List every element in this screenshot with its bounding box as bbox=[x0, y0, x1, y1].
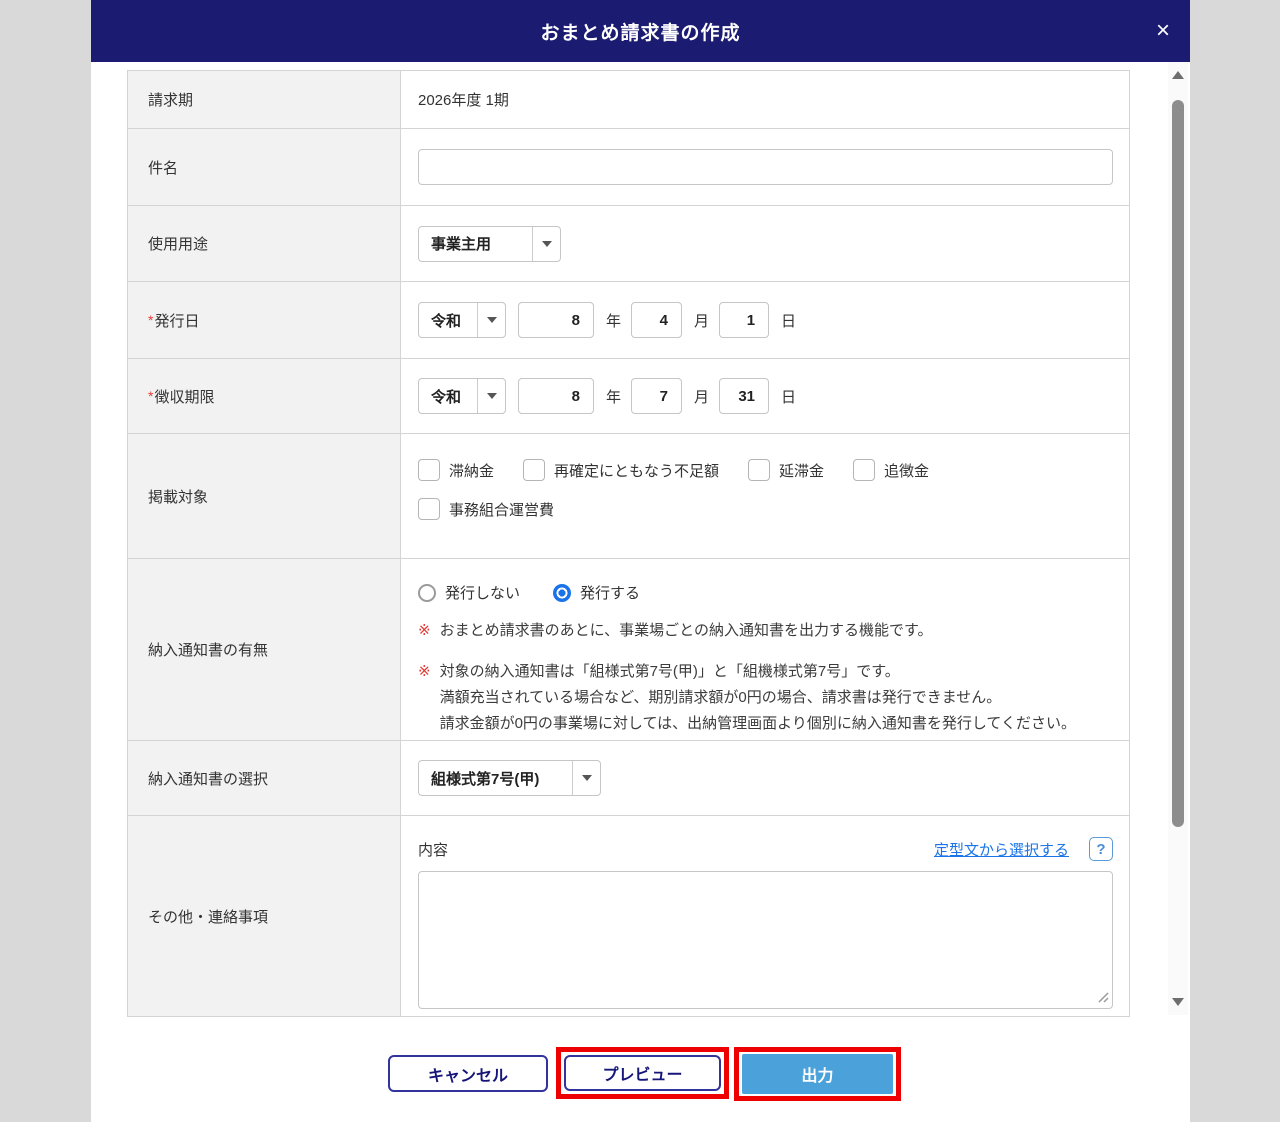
modal-header: おまとめ請求書の作成 × bbox=[91, 0, 1190, 62]
year-unit-label: 年 bbox=[606, 312, 622, 330]
note-1: ※ おまとめ請求書のあとに、事業場ごとの納入通知書を出力する機能です。 bbox=[418, 618, 932, 644]
radio-item: 発行する bbox=[553, 582, 640, 603]
form-table: 請求期 2026年度 1期 件名 使用用途 事業主用 * 発行日 令和 8 年 … bbox=[127, 70, 1130, 1017]
billing-period-label: 請求期 bbox=[128, 71, 401, 128]
content-label: 内容 bbox=[418, 841, 449, 859]
scrollbar-thumb[interactable] bbox=[1172, 100, 1184, 827]
row-due-date: *徴収期限 令和 年 月 日 bbox=[128, 359, 1129, 434]
arrears-checkbox[interactable] bbox=[418, 459, 440, 481]
template-select-link[interactable]: 定型文から選択する bbox=[934, 839, 1069, 860]
help-icon[interactable]: ? bbox=[1089, 837, 1113, 861]
due-year-input[interactable] bbox=[518, 378, 594, 414]
radio-label: 発行する bbox=[580, 585, 641, 602]
issue-era-select[interactable]: 令和 bbox=[418, 302, 506, 338]
association-fee-checkbox[interactable] bbox=[418, 498, 440, 520]
notice-form-label: 納入通知書の選択 bbox=[128, 741, 401, 815]
output-button[interactable]: 出力 bbox=[742, 1054, 893, 1094]
note-2: ※ 対象の納入通知書は「組様式第7号(甲)」と「組機様式第7号」です。 満額充当… bbox=[418, 659, 1076, 737]
required-mark: * bbox=[148, 388, 154, 404]
remarks-textarea[interactable] bbox=[418, 871, 1113, 1009]
cancel-button[interactable]: キャンセル bbox=[388, 1055, 548, 1092]
radio-item: 発行しない bbox=[418, 582, 520, 603]
close-icon[interactable]: × bbox=[1156, 19, 1170, 43]
day-unit-label: 日 bbox=[781, 312, 797, 330]
month-unit-label: 月 bbox=[694, 388, 710, 406]
checkbox-item: 事務組合運営費 bbox=[418, 498, 554, 520]
day-unit-label: 日 bbox=[781, 388, 797, 406]
delivery-notice-label: 納入通知書の有無 bbox=[128, 559, 401, 740]
remarks-label: その他・連絡事項 bbox=[128, 816, 401, 1016]
scroll-up-icon[interactable] bbox=[1172, 71, 1184, 79]
notice-form-select[interactable]: 組様式第7号(甲) bbox=[418, 760, 601, 796]
checkbox-item: 追徴金 bbox=[853, 459, 929, 481]
row-issue-date: *発行日 令和 年 月 日 bbox=[128, 282, 1129, 359]
row-subject: 件名 bbox=[128, 129, 1129, 206]
checkbox-item: 再確定にともなう不足額 bbox=[523, 459, 719, 481]
issue-month-input[interactable] bbox=[631, 302, 683, 338]
usage-label: 使用用途 bbox=[128, 206, 401, 281]
row-delivery-notice: 納入通知書の有無 発行しない 発行する ※ おまとめ請求書のあとに、事業場ごとの… bbox=[128, 559, 1129, 741]
issue-radio[interactable] bbox=[553, 583, 572, 602]
due-era-value: 令和 bbox=[431, 388, 462, 406]
output-highlight-box: 出力 bbox=[734, 1047, 901, 1101]
checkbox-label: 再確定にともなう不足額 bbox=[554, 462, 720, 480]
notice-form-value: 組様式第7号(甲) bbox=[431, 770, 540, 788]
row-remarks: その他・連絡事項 内容 定型文から選択する ? bbox=[128, 816, 1129, 1016]
checkbox-item: 滞納金 bbox=[418, 459, 494, 481]
chevron-down-icon bbox=[532, 226, 560, 261]
page-background: おまとめ請求書の作成 × 請求期 2026年度 1期 件名 使用用途 事業主用 … bbox=[0, 0, 1280, 1122]
late-fee-checkbox[interactable] bbox=[748, 459, 771, 481]
radio-label: 発行しない bbox=[445, 585, 521, 602]
due-date-label: * 徴収期限 bbox=[128, 359, 401, 433]
chevron-down-icon bbox=[572, 761, 600, 795]
usage-select-value: 事業主用 bbox=[431, 236, 492, 253]
checkbox-label: 事務組合運営費 bbox=[449, 501, 555, 519]
modal-body: 請求期 2026年度 1期 件名 使用用途 事業主用 * 発行日 令和 8 年 … bbox=[91, 62, 1190, 1017]
issue-year-input[interactable] bbox=[518, 302, 594, 338]
preview-button[interactable]: プレビュー bbox=[564, 1055, 721, 1091]
billing-period-value: 2026年度 1期 bbox=[418, 92, 509, 109]
required-mark: * bbox=[148, 312, 154, 328]
row-billing-period: 請求期 2026年度 1期 bbox=[128, 71, 1129, 129]
year-unit-label: 年 bbox=[606, 388, 622, 406]
note-mark: ※ bbox=[418, 663, 431, 680]
due-era-select[interactable]: 令和 bbox=[418, 378, 506, 414]
preview-highlight-box: プレビュー bbox=[556, 1047, 729, 1099]
checkbox-label: 延滞金 bbox=[779, 462, 825, 480]
usage-select[interactable]: 事業主用 bbox=[418, 225, 561, 262]
issue-date-label: * 発行日 bbox=[128, 282, 401, 358]
checkbox-label: 滞納金 bbox=[449, 462, 495, 480]
row-target: 掲載対象 滞納金 再確定にともなう不足額 延滞金 追徴金 事務組合運営費 bbox=[128, 434, 1129, 559]
create-invoice-modal: おまとめ請求書の作成 × 請求期 2026年度 1期 件名 使用用途 事業主用 … bbox=[91, 0, 1190, 1122]
issue-era-value: 令和 bbox=[431, 312, 462, 330]
modal-scrollbar[interactable] bbox=[1168, 62, 1188, 1015]
month-unit-label: 月 bbox=[694, 312, 710, 330]
modal-footer: キャンセル プレビュー 出力 bbox=[0, 1047, 1280, 1103]
row-usage: 使用用途 事業主用 bbox=[128, 206, 1129, 282]
due-day-input[interactable] bbox=[719, 378, 770, 414]
subject-input[interactable] bbox=[418, 149, 1113, 185]
checkbox-label: 追徴金 bbox=[884, 462, 930, 480]
chevron-down-icon bbox=[477, 303, 505, 337]
due-month-input[interactable] bbox=[631, 378, 683, 414]
surcharge-checkbox[interactable] bbox=[853, 459, 876, 481]
not-issue-radio[interactable] bbox=[418, 583, 436, 602]
row-notice-form: 納入通知書の選択 組様式第7号(甲) bbox=[128, 741, 1129, 816]
checkbox-item: 延滞金 bbox=[748, 459, 824, 481]
scroll-down-icon[interactable] bbox=[1172, 998, 1184, 1006]
note-mark: ※ bbox=[418, 622, 431, 639]
shortfall-checkbox[interactable] bbox=[523, 459, 546, 481]
chevron-down-icon bbox=[477, 379, 505, 413]
modal-title: おまとめ請求書の作成 bbox=[540, 22, 741, 44]
subject-label: 件名 bbox=[128, 129, 401, 205]
target-label: 掲載対象 bbox=[128, 434, 401, 558]
issue-day-input[interactable] bbox=[719, 302, 770, 338]
